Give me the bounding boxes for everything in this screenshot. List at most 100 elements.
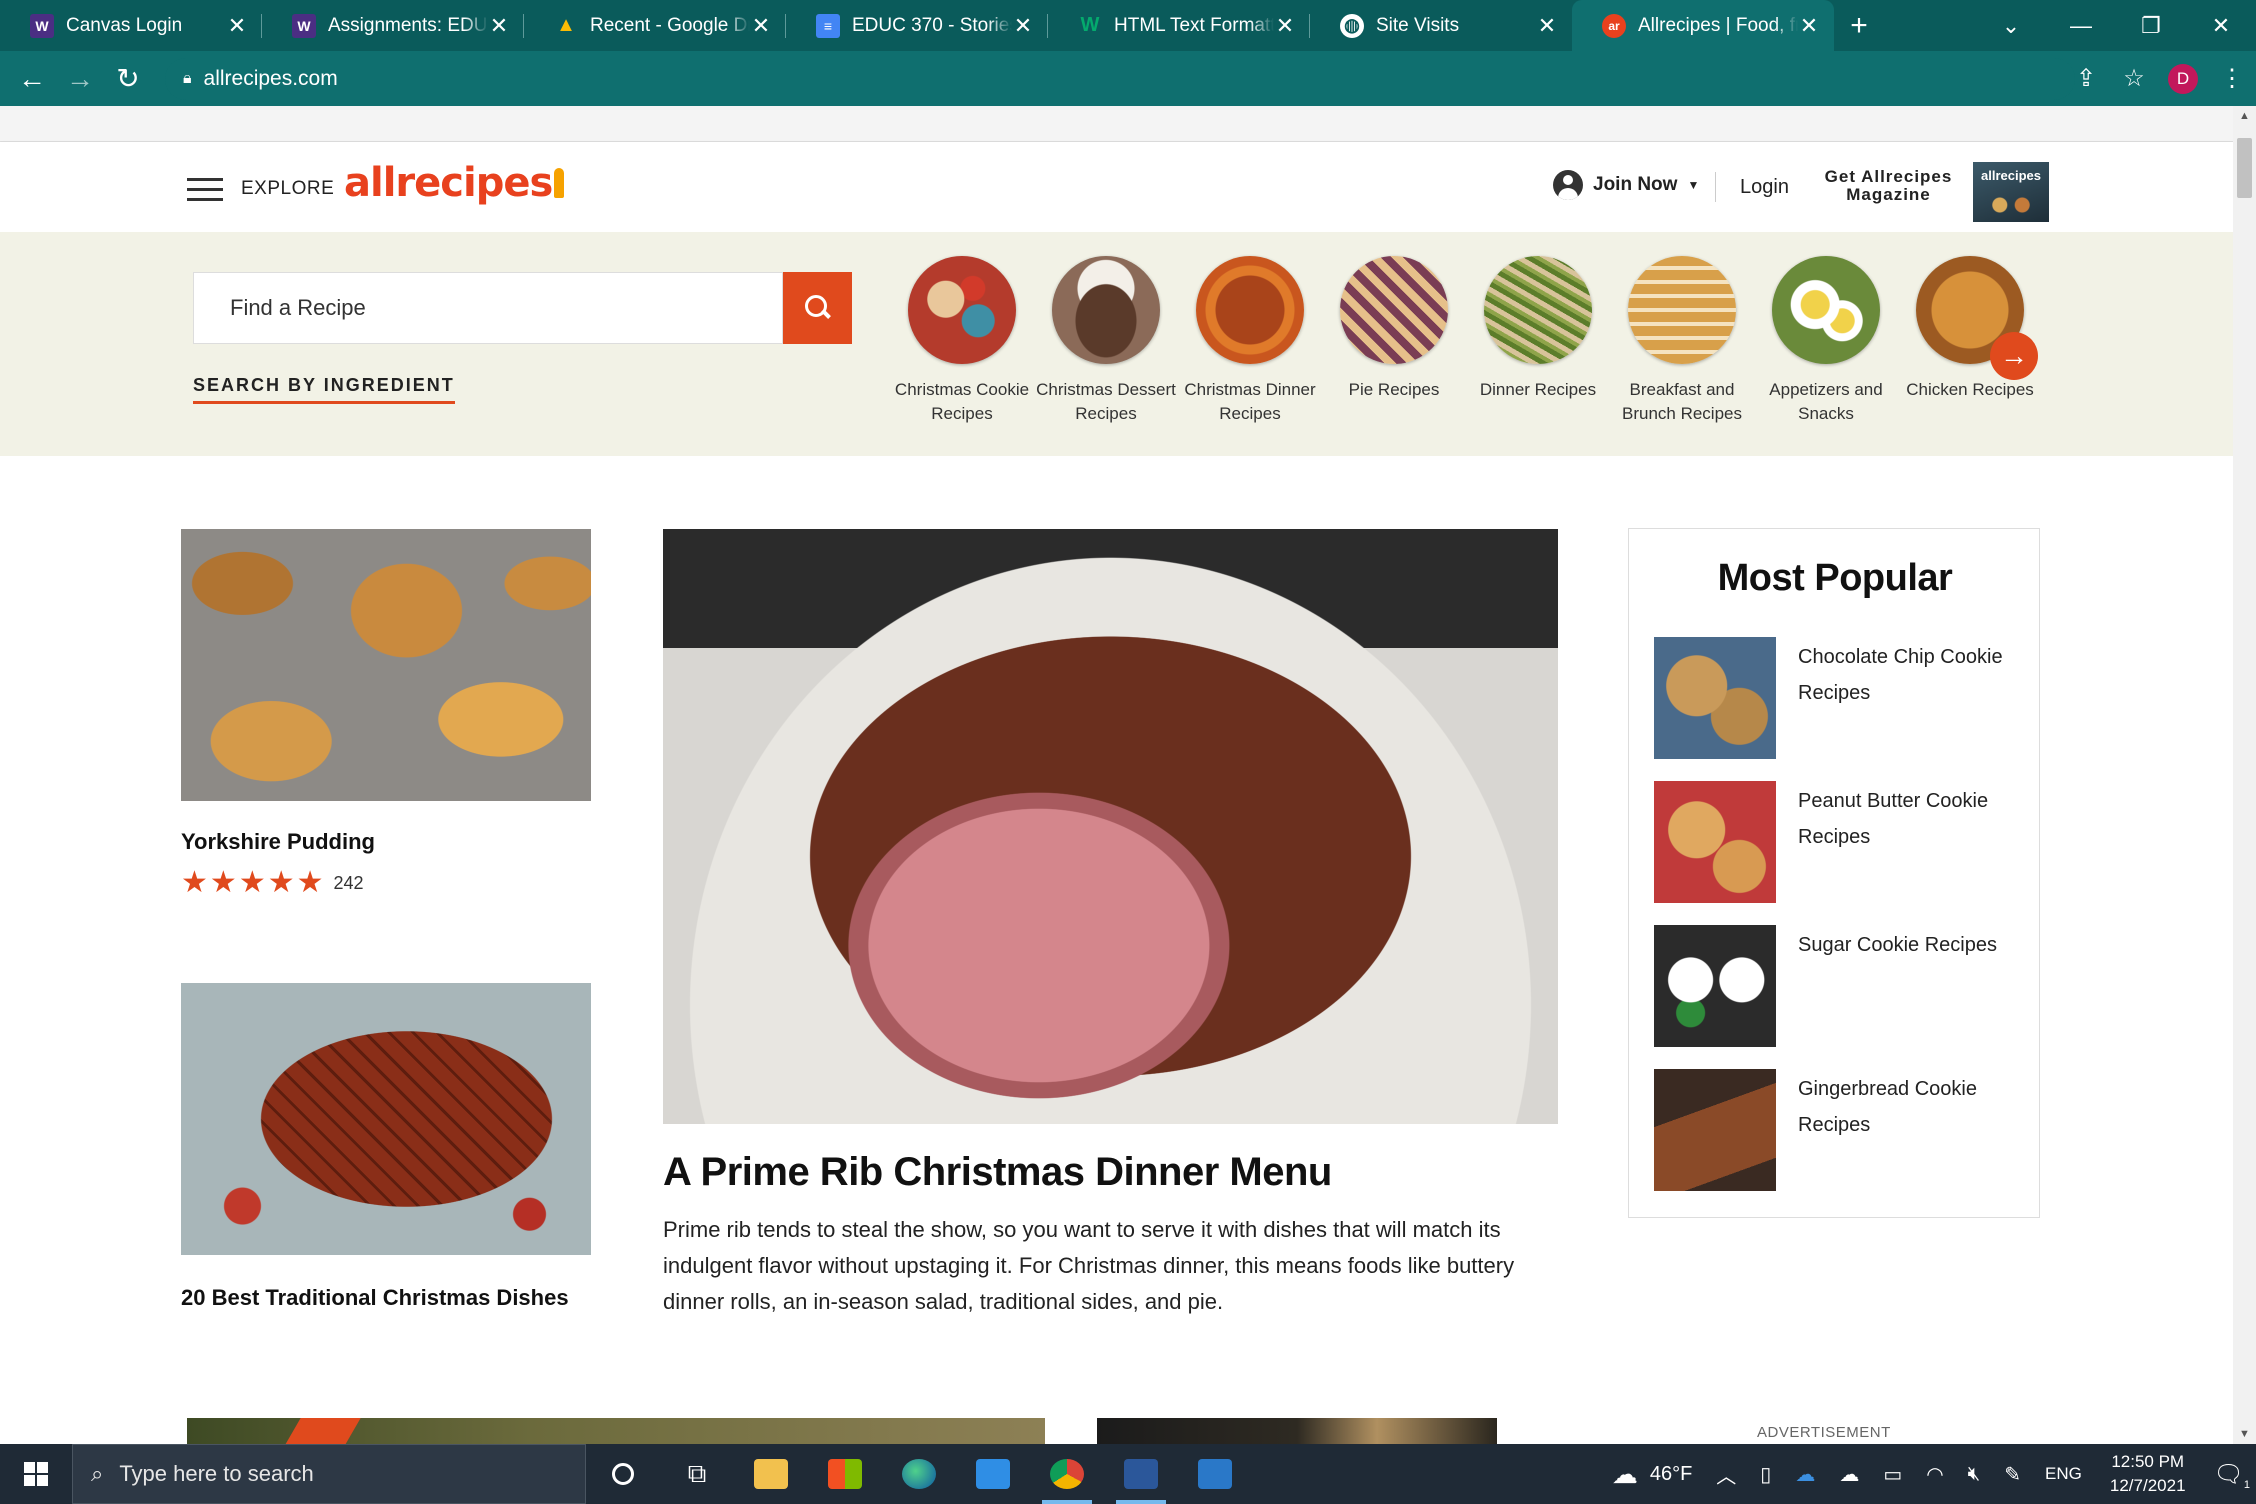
card-title[interactable]: Yorkshire Pudding — [181, 829, 375, 855]
tab-educ-stories[interactable]: ≡ EDUC 370 - Stories for ✕ — [786, 0, 1048, 51]
restore-button[interactable]: ❐ — [2116, 13, 2186, 39]
wifi-icon[interactable]: ◠ — [1926, 1462, 1943, 1487]
microsoft-store-icon[interactable] — [808, 1444, 882, 1504]
forward-icon[interactable]: → — [56, 63, 104, 95]
tab-allrecipes[interactable]: ar Allrecipes | Food, friends, and recip… — [1572, 0, 1834, 51]
tab-site-visits[interactable]: ◍ Site Visits ✕ — [1310, 0, 1572, 51]
category-dinner[interactable]: Dinner Recipes — [1466, 256, 1610, 402]
close-icon[interactable]: ✕ — [1536, 13, 1558, 39]
close-icon[interactable]: ✕ — [750, 13, 772, 39]
tab-strip: W Canvas Login ✕ W Assignments: EDUC 370… — [0, 0, 2256, 51]
task-view-icon[interactable]: ⧉ — [660, 1444, 734, 1504]
word-icon[interactable] — [1104, 1444, 1178, 1504]
edge-icon[interactable] — [882, 1444, 956, 1504]
close-window-button[interactable]: ✕ — [2186, 13, 2256, 39]
tab-google-drive[interactable]: ▲ Recent - Google Drive ✕ — [524, 0, 786, 51]
url-text: allrecipes.com — [203, 67, 338, 90]
menu-kebab-icon[interactable]: ⋮ — [2208, 64, 2256, 93]
close-icon[interactable]: ✕ — [1798, 13, 1820, 39]
hamburger-menu-icon[interactable] — [187, 178, 223, 201]
profile-avatar[interactable]: D — [2168, 63, 2198, 94]
feature-description: Prime rib tends to steal the show, so yo… — [663, 1217, 1515, 1314]
category-label: Dinner Recipes — [1479, 380, 1597, 399]
minimize-button[interactable]: — — [2046, 13, 2116, 39]
christmas-ham-image[interactable] — [181, 983, 591, 1255]
tab-html-formatting[interactable]: W HTML Text Formatting ✕ — [1048, 0, 1310, 51]
category-pie[interactable]: Pie Recipes — [1322, 256, 1466, 402]
popular-item[interactable]: Chocolate Chip Cookie Recipes — [1654, 637, 2024, 759]
star-icon: ★ — [238, 866, 266, 899]
share-icon[interactable]: ⇪ — [2062, 64, 2110, 93]
weather-cloud-icon[interactable]: ☁ — [1612, 1459, 1638, 1490]
popular-item[interactable]: Peanut Butter Cookie Recipes — [1654, 781, 2024, 903]
popular-item[interactable]: Sugar Cookie Recipes — [1654, 925, 2024, 1047]
cloud-icon[interactable]: ☁ — [1839, 1462, 1859, 1487]
recipe-teaser-image[interactable] — [187, 1418, 1045, 1444]
search-button[interactable] — [783, 272, 852, 344]
advertisement-label: ADVERTISEMENT — [1757, 1424, 1891, 1441]
cortana-icon[interactable] — [586, 1444, 660, 1504]
close-icon[interactable]: ✕ — [226, 13, 248, 39]
weather-temp[interactable]: 46°F — [1650, 1463, 1692, 1486]
join-now-button[interactable]: Join Now ▼ — [1553, 170, 1699, 200]
new-tab-button[interactable]: + — [1834, 0, 1884, 51]
category-chicken[interactable]: Chicken Recipes — [1898, 256, 2042, 402]
photos-icon[interactable] — [1178, 1444, 1252, 1504]
onedrive-icon[interactable]: ☁ — [1795, 1462, 1815, 1487]
back-icon[interactable]: ← — [8, 63, 56, 95]
battery-icon[interactable]: ▭ — [1883, 1462, 1902, 1487]
magazine-cover-title: allrecipes — [1981, 168, 2041, 183]
device-icon[interactable]: ▯ — [1760, 1462, 1771, 1487]
clock-date: 12/7/2021 — [2109, 1476, 2186, 1495]
category-appetizers-snacks[interactable]: Appetizers and Snacks — [1754, 256, 1898, 426]
close-icon[interactable]: ✕ — [488, 13, 510, 39]
get-magazine-link[interactable]: Get Allrecipes Magazine — [1816, 168, 1961, 204]
uw-w-icon: W — [292, 13, 316, 38]
card-title[interactable]: 20 Best Traditional Christmas Dishes — [181, 1285, 569, 1311]
windows-start-icon[interactable] — [0, 1444, 72, 1504]
carousel-next-arrow-icon[interactable]: → — [1990, 332, 2038, 380]
allrecipes-logo[interactable]: allrecipes — [344, 160, 565, 206]
file-explorer-icon[interactable] — [734, 1444, 808, 1504]
reload-icon[interactable]: ↻ — [104, 62, 152, 95]
category-breakfast-brunch[interactable]: Breakfast and Brunch Recipes — [1610, 256, 1754, 426]
bookmark-star-icon[interactable]: ☆ — [2110, 64, 2158, 93]
category-christmas-dessert[interactable]: Christmas Dessert Recipes — [1034, 256, 1178, 426]
close-icon[interactable]: ✕ — [1274, 13, 1296, 39]
chevron-up-icon[interactable]: ︿ — [1716, 1460, 1736, 1489]
explore-link[interactable]: EXPLORE — [241, 178, 334, 200]
notifications-icon[interactable]: 🗨︎ 1 — [2214, 1460, 2250, 1491]
tab-assignments[interactable]: W Assignments: EDUC 370 ✕ — [262, 0, 524, 51]
close-icon[interactable]: ✕ — [1012, 13, 1034, 39]
feature-title[interactable]: A Prime Rib Christmas Dinner Menu — [663, 1150, 1332, 1195]
tab-search-icon[interactable]: ⌄ — [1976, 13, 2046, 39]
language-indicator[interactable]: ENG — [2045, 1464, 2082, 1484]
scroll-down-icon[interactable]: ▼ — [2233, 1428, 2256, 1440]
login-link[interactable]: Login — [1740, 176, 1789, 199]
volume-muted-icon[interactable]: 🔇︎ — [1968, 1463, 1981, 1486]
magazine-cover-thumbnail[interactable]: allrecipes — [1973, 162, 2049, 222]
most-popular-heading: Most Popular — [1717, 557, 1953, 599]
tab-title: HTML Text Formatting — [1114, 14, 1274, 36]
tab-canvas-login[interactable]: W Canvas Login ✕ — [0, 0, 262, 51]
scroll-up-icon[interactable]: ▲ — [2233, 110, 2256, 122]
category-image — [1052, 256, 1160, 364]
pen-icon[interactable]: ✎ — [2004, 1462, 2021, 1487]
lock-icon[interactable]: 🔒︎ — [183, 70, 192, 88]
taskbar-search-input[interactable]: ⌕ Type here to search — [72, 1444, 586, 1504]
prime-rib-image[interactable] — [663, 529, 1558, 1124]
recipe-search-input[interactable]: Find a Recipe — [193, 272, 783, 344]
yorkshire-pudding-image[interactable] — [181, 529, 591, 801]
search-by-ingredient-link[interactable]: SEARCH BY INGREDIENT — [193, 375, 455, 404]
category-christmas-cookies[interactable]: Christmas Cookie Recipes — [890, 256, 1034, 426]
page-scrollbar[interactable]: ▲ ▼ — [2233, 106, 2256, 1444]
tab-title: Assignments: EDUC 370 — [328, 14, 488, 36]
clock[interactable]: 12:50 PM 12/7/2021 — [2110, 1450, 2186, 1498]
chrome-icon[interactable] — [1030, 1444, 1104, 1504]
scrollbar-thumb[interactable] — [2237, 138, 2252, 198]
address-bar[interactable]: 🔒︎ allrecipes.com — [165, 58, 2075, 100]
mail-icon[interactable] — [956, 1444, 1030, 1504]
popular-item[interactable]: Gingerbread Cookie Recipes — [1654, 1069, 2024, 1191]
recipe-teaser-image[interactable] — [1097, 1418, 1497, 1444]
category-christmas-dinner[interactable]: Christmas Dinner Recipes — [1178, 256, 1322, 426]
